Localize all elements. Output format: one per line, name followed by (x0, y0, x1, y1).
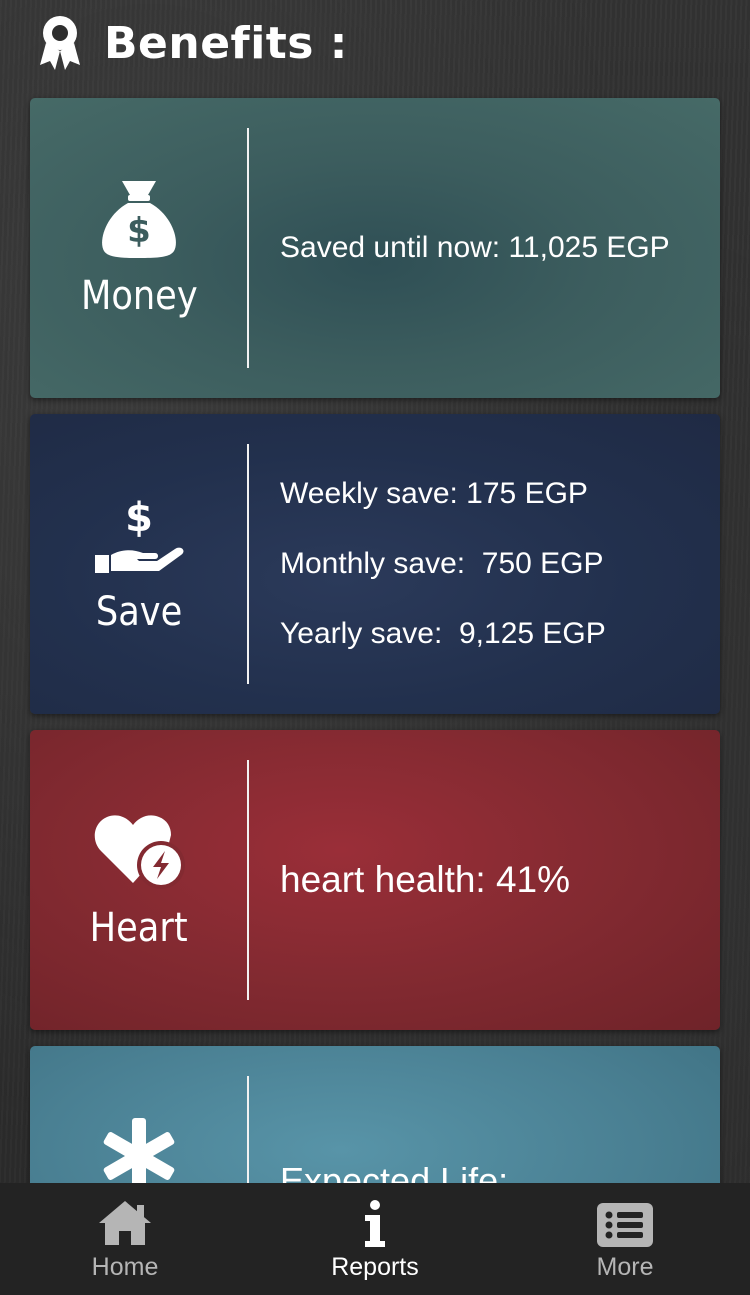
money-details: Saved until now: 11,025 EGP (280, 98, 700, 398)
heart-bolt-icon (94, 815, 185, 889)
info-icon (365, 1199, 385, 1247)
save-divider (247, 444, 249, 684)
home-icon (99, 1200, 151, 1245)
hand-dollar-icon: $ (95, 495, 184, 573)
nav-home[interactable]: Home (0, 1183, 250, 1295)
heart-label: Heart (90, 905, 188, 951)
saved-until-now-text: Saved until now: 11,025 EGP (280, 231, 670, 264)
save-card[interactable]: $ Save Weekly save: 175 EGP Monthly save… (30, 414, 720, 714)
money-card[interactable]: $ Money Saved until now: 11,025 EGP (30, 98, 720, 398)
money-divider (247, 128, 249, 368)
bottom-navigation: Home Reports More (0, 1183, 750, 1295)
nav-reports[interactable]: Reports (250, 1183, 500, 1295)
nav-more-label: More (596, 1252, 654, 1281)
svg-text:$: $ (127, 211, 151, 251)
page-title: Benefits : (104, 17, 348, 69)
svg-text:$: $ (125, 495, 153, 541)
nav-home-label: Home (91, 1252, 159, 1281)
page-header: Benefits : (38, 8, 348, 78)
heart-divider (247, 760, 249, 1000)
weekly-save-text: Weekly save: 175 EGP (280, 477, 588, 510)
list-icon (597, 1202, 653, 1247)
heart-card[interactable]: Heart heart health: 41% (30, 730, 720, 1030)
yearly-save-text: Yearly save: 9,125 EGP (280, 617, 606, 650)
save-label: Save (95, 589, 183, 635)
money-bag-icon: $ (102, 181, 176, 258)
money-card-left: $ Money (30, 98, 248, 398)
award-icon (40, 16, 80, 70)
save-details: Weekly save: 175 EGP Monthly save: 750 E… (280, 414, 700, 714)
heart-health-text: heart health: 41% (280, 859, 571, 900)
monthly-save-text: Monthly save: 750 EGP (280, 547, 604, 580)
money-label: Money (80, 273, 198, 319)
nav-reports-label: Reports (331, 1252, 419, 1281)
save-card-left: $ Save (30, 414, 248, 714)
nav-more[interactable]: More (500, 1183, 750, 1295)
heart-details: heart health: 41% (280, 730, 700, 1030)
heart-card-left: Heart (30, 730, 248, 1030)
